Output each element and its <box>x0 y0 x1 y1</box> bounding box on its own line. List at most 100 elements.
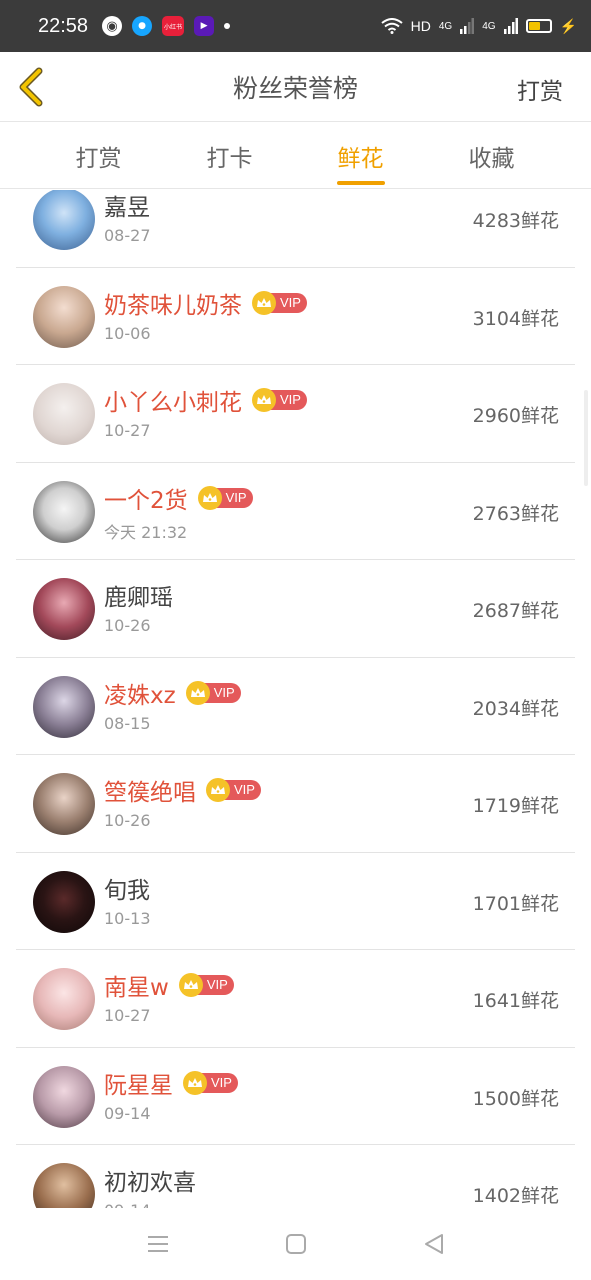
flower-count: 2687鲜花 <box>472 600 559 622</box>
activity-date: 08-27 <box>104 226 151 245</box>
name-line: 奶茶味儿奶茶 VIP <box>104 286 307 320</box>
user-info: 南星w VIP 10-27 <box>104 968 234 1025</box>
flower-count: 4283鲜花 <box>472 210 559 232</box>
list-item[interactable]: 一个2货 VIP 今天 21:32 2763鲜花 <box>16 463 575 560</box>
user-info: 鹿卿瑶 10-26 <box>104 578 173 635</box>
nav-menu-button[interactable] <box>144 1230 172 1258</box>
user-name[interactable]: 一个2货 <box>104 481 188 515</box>
battery-icon <box>525 19 552 33</box>
vip-badge: VIP <box>252 290 307 315</box>
user-name[interactable]: 小丫么小刺花 <box>104 383 242 417</box>
avatar[interactable] <box>33 190 95 250</box>
name-line: 初初欢喜 <box>104 1163 196 1197</box>
reward-button[interactable]: 打赏 <box>517 72 563 106</box>
chevron-left-icon <box>19 67 43 107</box>
user-info: 阮星星 VIP 09-14 <box>104 1066 238 1123</box>
tab-favorites[interactable]: 收藏 <box>426 123 557 188</box>
back-button[interactable] <box>14 66 48 108</box>
status-time: 22:58 <box>38 14 89 37</box>
user-info: 初初欢喜 09-14 <box>104 1163 196 1208</box>
avatar[interactable] <box>33 1163 95 1208</box>
signal-4g-label-1: 4G <box>438 20 453 32</box>
user-name[interactable]: 箜篌绝唱 <box>104 773 196 807</box>
user-name[interactable]: 阮星星 <box>104 1066 173 1100</box>
name-line: 南星w VIP <box>104 968 234 1002</box>
vip-badge: VIP <box>183 1070 238 1095</box>
signal-4g-label-2: 4G <box>482 20 496 32</box>
user-name[interactable]: 凌姝xz <box>104 676 176 710</box>
system-nav-bar <box>0 1208 591 1280</box>
crown-icon <box>252 388 276 412</box>
vip-badge: VIP <box>178 973 234 997</box>
user-name[interactable]: 初初欢喜 <box>104 1163 196 1197</box>
user-name[interactable]: 鹿卿瑶 <box>104 578 173 612</box>
activity-date: 10-06 <box>104 323 151 343</box>
avatar[interactable] <box>33 480 95 543</box>
video-app-icon: ▶ <box>194 16 215 36</box>
flower-count: 1500鲜花 <box>472 1087 559 1110</box>
battery-level <box>528 22 540 30</box>
fan-ranking-list[interactable]: 嘉昱 08-27 4283鲜花 奶茶味儿奶茶 VIP 10-06 3104鲜花 小丫么小刺花 V… <box>0 190 591 1208</box>
nav-back-button[interactable] <box>420 1230 448 1258</box>
tab-flowers[interactable]: 鲜花 <box>295 123 426 188</box>
tab-checkin[interactable]: 打卡 <box>164 123 295 188</box>
system-status: HD 4G 4G ⚡ <box>381 18 577 35</box>
page-title: 粉丝荣誉榜 <box>232 73 358 103</box>
avatar[interactable] <box>33 675 95 738</box>
notification-icons: ◉ ● 小红书 ▶ <box>102 16 231 36</box>
back-triangle-icon <box>424 1234 443 1254</box>
list-item[interactable]: 旬我 10-13 1701鲜花 <box>16 853 575 950</box>
hd-label: HD <box>410 18 431 34</box>
name-line: 阮星星 VIP <box>104 1066 238 1100</box>
menu-icon <box>147 1236 168 1252</box>
list-item[interactable]: 阮星星 VIP 09-14 1500鲜花 <box>16 1048 575 1145</box>
name-line: 鹿卿瑶 <box>104 578 173 612</box>
xiaohongshu-icon: 小红书 <box>162 16 185 36</box>
list-item[interactable]: 箜篌绝唱 VIP 10-26 1719鲜花 <box>16 755 575 853</box>
nav-home-button[interactable] <box>282 1230 310 1258</box>
list-item[interactable]: 鹿卿瑶 10-26 2687鲜花 <box>16 560 575 658</box>
user-name[interactable]: 南星w <box>104 968 169 1002</box>
flower-count: 2960鲜花 <box>472 405 559 427</box>
list-item[interactable]: 凌姝xz VIP 08-15 2034鲜花 <box>16 658 575 755</box>
user-info: 一个2货 VIP 今天 21:32 <box>104 481 253 543</box>
flower-count: 2034鲜花 <box>472 697 559 720</box>
name-line: 嘉昱 <box>104 190 151 222</box>
user-name[interactable]: 旬我 <box>104 871 150 905</box>
top-app-bar: 粉丝荣誉榜 打赏 <box>0 52 591 122</box>
list-item[interactable]: 南星w VIP 10-27 1641鲜花 <box>16 950 575 1048</box>
user-info: 凌姝xz VIP 08-15 <box>104 676 241 733</box>
list-item[interactable]: 奶茶味儿奶茶 VIP 10-06 3104鲜花 <box>16 268 575 365</box>
avatar[interactable] <box>33 773 95 835</box>
list-item[interactable]: 初初欢喜 09-14 1402鲜花 <box>16 1145 575 1208</box>
user-info: 小丫么小刺花 VIP 10-27 <box>104 383 307 440</box>
user-name[interactable]: 嘉昱 <box>104 190 150 222</box>
wifi-icon <box>381 18 403 34</box>
name-line: 一个2货 VIP <box>104 481 253 515</box>
flower-count: 1719鲜花 <box>472 795 559 817</box>
list-item[interactable]: 嘉昱 08-27 4283鲜花 <box>16 190 575 268</box>
avatar[interactable] <box>33 285 95 348</box>
crown-icon <box>197 485 222 510</box>
avatar[interactable] <box>33 870 95 933</box>
activity-date: 10-26 <box>104 811 151 830</box>
crown-icon <box>206 778 230 802</box>
name-line: 箜篌绝唱 VIP <box>104 773 261 807</box>
flower-count: 3104鲜花 <box>472 307 559 330</box>
avatar[interactable] <box>33 383 95 445</box>
list-item[interactable]: 小丫么小刺花 VIP 10-27 2960鲜花 <box>16 365 575 463</box>
tab-reward[interactable]: 打赏 <box>33 123 164 188</box>
activity-date: 09-14 <box>104 1201 196 1208</box>
scrollbar[interactable] <box>584 390 588 486</box>
status-bar: 22:58 ◉ ● 小红书 ▶ HD 4G 4G ⚡ <box>0 0 591 52</box>
activity-date: 08-15 <box>104 713 151 733</box>
activity-date: 09-14 <box>104 1103 151 1123</box>
avatar[interactable] <box>33 1065 95 1128</box>
avatar[interactable] <box>33 578 95 640</box>
user-name[interactable]: 奶茶味儿奶茶 <box>104 286 242 320</box>
activity-date: 10-27 <box>104 421 151 440</box>
name-line: 小丫么小刺花 VIP <box>104 383 307 417</box>
list-content: 嘉昱 08-27 4283鲜花 奶茶味儿奶茶 VIP 10-06 3104鲜花 小丫么小刺花 V… <box>0 190 591 1208</box>
more-notifications-dot-icon <box>224 23 231 29</box>
avatar[interactable] <box>33 968 95 1030</box>
